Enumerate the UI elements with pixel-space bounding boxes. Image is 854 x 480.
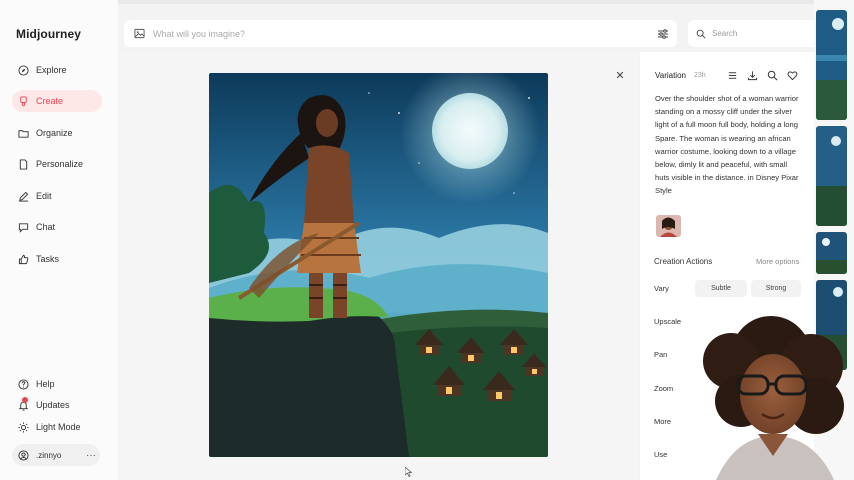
creation-actions-title: Creation Actions bbox=[654, 257, 713, 266]
download-icon[interactable] bbox=[747, 70, 758, 81]
sidebar-item-label: Chat bbox=[36, 222, 56, 232]
strip-thumbnail-image bbox=[816, 126, 847, 226]
detail-toolbar bbox=[727, 70, 798, 81]
help-icon bbox=[18, 378, 29, 390]
sidebar-item-organize[interactable]: Organize bbox=[12, 122, 102, 144]
username: .zinnyo bbox=[36, 450, 62, 460]
action-label-use: Use bbox=[654, 450, 668, 459]
detail-title: Variation bbox=[655, 71, 686, 80]
close-icon[interactable]: ✕ bbox=[614, 70, 626, 82]
action-label-more: More bbox=[654, 417, 672, 426]
sidebar-item-label: Organize bbox=[36, 128, 73, 138]
action-label-zoom: Zoom bbox=[654, 384, 674, 393]
presenter-avatar-image bbox=[703, 316, 844, 480]
window-top-edge bbox=[0, 0, 854, 4]
action-label-pan: Pan bbox=[654, 350, 668, 359]
search-box bbox=[688, 20, 826, 47]
sidebar-item-label: Light Mode bbox=[36, 422, 81, 432]
search-icon[interactable] bbox=[767, 70, 778, 81]
user-account-row[interactable]: .zinnyo ··· bbox=[12, 444, 100, 466]
image-icon[interactable] bbox=[134, 28, 145, 39]
sidebar-item-explore[interactable]: Explore bbox=[12, 59, 102, 81]
generated-image[interactable] bbox=[209, 73, 548, 457]
chat-icon bbox=[18, 222, 29, 233]
vary-strong-button[interactable]: Strong bbox=[751, 280, 801, 297]
thumbs-up-icon bbox=[18, 254, 29, 264]
sidebar: Midjourney Explore Create Organize Perso… bbox=[0, 0, 118, 480]
sidebar-item-label: Edit bbox=[36, 191, 52, 201]
search-input[interactable] bbox=[712, 29, 812, 38]
document-icon bbox=[19, 158, 28, 170]
sun-icon bbox=[18, 421, 29, 433]
sidebar-item-label: Tasks bbox=[36, 254, 60, 264]
more-options-link[interactable]: More options bbox=[756, 257, 799, 266]
vary-subtle-button[interactable]: Subtle bbox=[695, 280, 747, 297]
search-icon bbox=[696, 29, 706, 38]
user-avatar-icon bbox=[18, 449, 29, 461]
webcam-overlay bbox=[676, 306, 854, 480]
prompt-text: Over the shoulder shot of a woman warrio… bbox=[655, 94, 799, 196]
detail-timestamp: 23h bbox=[694, 72, 706, 79]
sidebar-item-updates[interactable]: Updates bbox=[12, 394, 102, 416]
prompt-input[interactable] bbox=[153, 28, 649, 39]
warrior-moonlit-cliff-illustration bbox=[209, 73, 548, 457]
sidebar-item-help[interactable]: Help bbox=[12, 373, 102, 395]
mouse-cursor-icon bbox=[405, 467, 413, 477]
reference-portrait bbox=[656, 215, 681, 237]
strip-thumbnail-image bbox=[816, 232, 847, 274]
action-label-vary: Vary bbox=[654, 284, 669, 293]
sidebar-item-label: Help bbox=[36, 379, 55, 389]
notification-badge bbox=[22, 396, 28, 403]
strip-thumbnail[interactable] bbox=[816, 126, 847, 226]
settings-sliders-icon[interactable] bbox=[657, 28, 669, 40]
compass-icon bbox=[18, 64, 29, 76]
user-menu-button[interactable]: ··· bbox=[86, 450, 96, 461]
sidebar-item-create[interactable]: Create bbox=[12, 90, 102, 112]
pencil-icon bbox=[18, 191, 29, 202]
sidebar-item-edit[interactable]: Edit bbox=[12, 185, 102, 207]
sidebar-item-label: Explore bbox=[36, 65, 67, 75]
sidebar-item-label: Updates bbox=[36, 400, 70, 410]
reference-image-thumbnail[interactable] bbox=[656, 215, 681, 237]
brush-icon bbox=[20, 95, 27, 106]
updates-icon-wrap bbox=[18, 396, 29, 411]
menu-lines-icon[interactable] bbox=[727, 70, 738, 81]
prompt-bar bbox=[124, 20, 677, 47]
strip-thumbnail[interactable] bbox=[816, 232, 847, 274]
sidebar-item-light-mode[interactable]: Light Mode bbox=[12, 416, 102, 438]
heart-icon[interactable] bbox=[787, 70, 798, 81]
sidebar-item-personalize[interactable]: Personalize bbox=[12, 153, 102, 175]
strip-thumbnail-image bbox=[816, 10, 847, 120]
strip-thumbnail[interactable] bbox=[816, 10, 847, 120]
sidebar-item-tasks[interactable]: Tasks bbox=[12, 248, 102, 270]
brand-logo-text[interactable]: Midjourney bbox=[16, 27, 81, 41]
sidebar-item-label: Personalize bbox=[36, 159, 84, 169]
folder-icon bbox=[18, 129, 29, 138]
sidebar-item-label: Create bbox=[36, 96, 64, 106]
sidebar-item-chat[interactable]: Chat bbox=[12, 216, 102, 238]
